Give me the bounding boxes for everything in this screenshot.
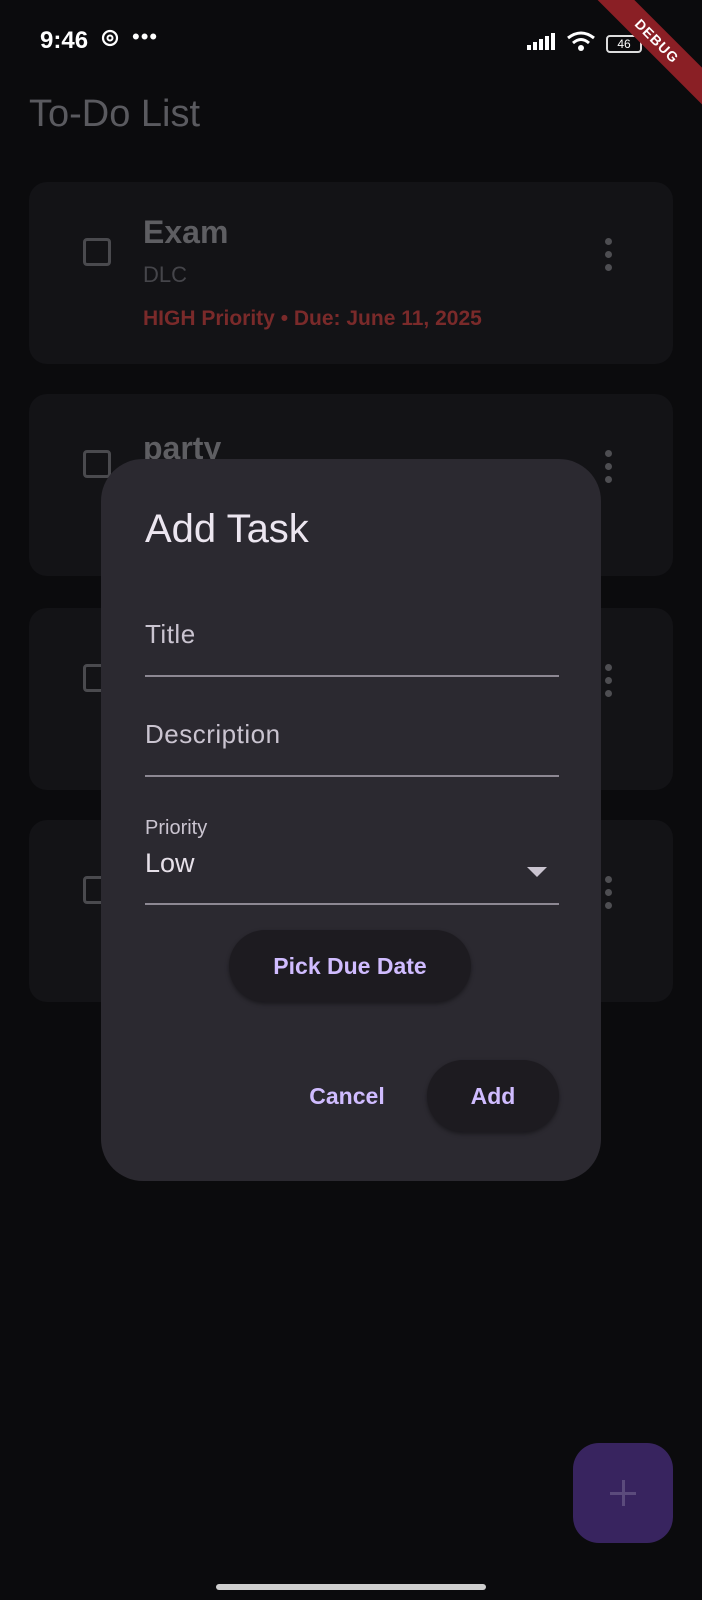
task-checkbox[interactable] [83,450,111,478]
signal-icon [526,31,556,56]
task-checkbox[interactable] [83,238,111,266]
task-meta: HIGH Priority • Due: June 11, 2025 [143,307,482,330]
page-title: To-Do List [29,93,201,135]
add-task-fab[interactable] [573,1443,673,1543]
dialog-title: Add Task [145,507,309,551]
more-vert-icon[interactable] [605,876,613,915]
description-field-label: Description [145,719,281,749]
cancel-button[interactable]: Cancel [297,1060,397,1132]
more-vert-icon[interactable] [605,450,613,489]
add-button[interactable]: Add [427,1060,559,1132]
more-notifications-icon: ••• [132,24,159,49]
more-vert-icon[interactable] [605,238,613,277]
add-task-dialog: Add Task Title Description Priority Low … [101,459,601,1181]
plus-icon [610,1480,636,1506]
debug-banner: DEBUG [580,0,702,118]
wifi-icon [566,30,596,57]
status-icons: 46 [526,30,642,57]
title-field-label: Title [145,619,196,649]
dropdown-arrow-icon [527,867,547,877]
title-field[interactable]: Title [145,619,559,679]
status-time: 9:46 [40,27,89,54]
pick-due-date-button[interactable]: Pick Due Date [229,930,471,1002]
task-description: DLC [143,262,188,287]
at-sign-icon [100,28,120,54]
title-field-underline [145,675,559,677]
description-field-underline [145,775,559,777]
status-bar: 9:46 ••• 46 DEBUG [0,0,702,118]
more-vert-icon[interactable] [605,664,613,703]
task-card[interactable]: Exam DLC HIGH Priority • Due: June 11, 2… [29,182,673,364]
priority-label: Priority [145,817,208,839]
priority-dropdown[interactable]: Priority Low [145,817,559,905]
priority-value: Low [145,848,195,878]
task-title: Exam [143,214,229,250]
priority-underline [145,903,559,905]
description-field[interactable]: Description [145,719,559,779]
home-indicator[interactable] [216,1584,486,1590]
